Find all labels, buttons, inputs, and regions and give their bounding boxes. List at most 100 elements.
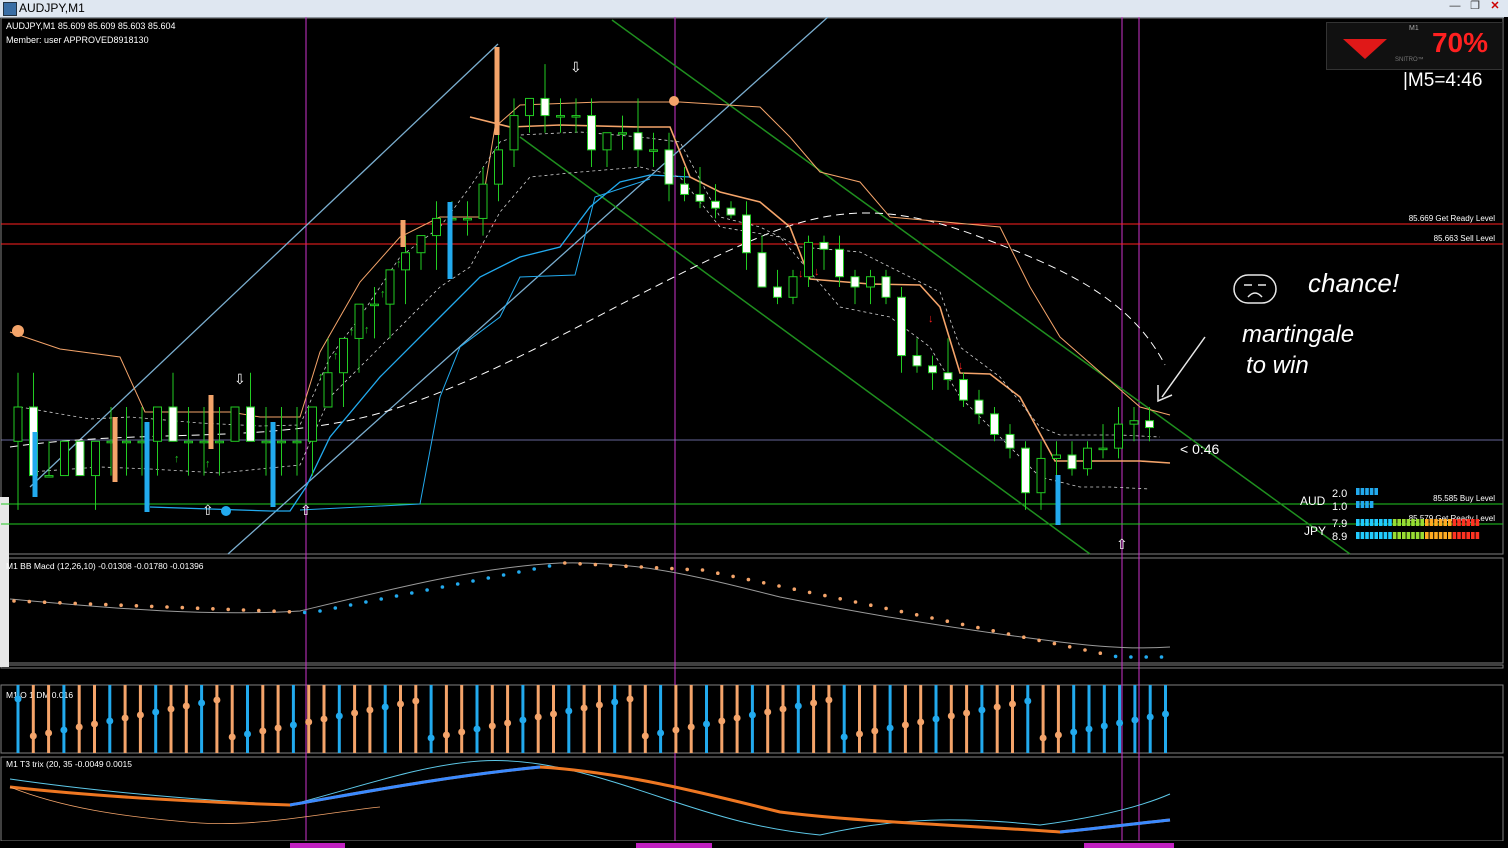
- macd-dot: [945, 619, 950, 623]
- strength-bar: [1360, 488, 1365, 495]
- oscillator-dot: [595, 701, 603, 709]
- candle-bear: [1005, 433, 1015, 449]
- macd-dot: [58, 601, 62, 605]
- candle-bear: [246, 406, 255, 442]
- member-info: Member: user APPROVED8918130: [6, 35, 149, 45]
- minimize-button[interactable]: —: [1446, 0, 1464, 13]
- level-label-get-ready-top: 85.669 Get Ready Level: [1409, 214, 1496, 223]
- macd-dot: [991, 629, 995, 633]
- svg-text:↑: ↑: [396, 258, 402, 270]
- oscillator-dot: [1070, 728, 1078, 736]
- chart-window-icon: [3, 2, 17, 16]
- oscillator-dot: [152, 708, 160, 716]
- candle-bear: [742, 214, 751, 254]
- candle-bear: [912, 355, 922, 367]
- strength-bar: [1411, 519, 1415, 526]
- badge-timeframe: M1: [1409, 25, 1419, 32]
- window-title: AUDJPY,M1: [19, 1, 85, 15]
- strength-bar: [1475, 519, 1480, 526]
- restore-button[interactable]: ❐: [1466, 0, 1484, 13]
- oscillator-dot: [672, 726, 680, 734]
- candles-group[interactable]: [13, 47, 1154, 525]
- candle-bull: [215, 440, 224, 444]
- oscillator-dot: [442, 731, 450, 739]
- oscillator-dot: [397, 700, 404, 708]
- oscillator-dot: [840, 733, 848, 741]
- jpy-strength-value-1: 7.9: [1332, 518, 1347, 530]
- oscillator-dot: [947, 712, 955, 720]
- oscillator-dot: [1054, 731, 1062, 739]
- down-arrow-icon: [1343, 39, 1387, 59]
- oscillator-dot: [1146, 713, 1154, 721]
- macd-dot: [302, 610, 307, 615]
- svg-text:↑: ↑: [349, 326, 355, 338]
- down-signal-icon: ⇩: [570, 59, 582, 75]
- macd-dot: [119, 603, 123, 607]
- macd-dot: [716, 571, 720, 575]
- macd-dot: [379, 597, 384, 601]
- macd-dot: [624, 564, 628, 568]
- oscillator-dot: [687, 723, 695, 731]
- strength-bar: [1471, 519, 1475, 526]
- oscillator-dot: [274, 724, 282, 732]
- svg-text:↑: ↑: [174, 453, 180, 465]
- macd-dot: [578, 562, 582, 566]
- candle-bear: [726, 207, 736, 216]
- macd-dot: [73, 601, 77, 606]
- oscillator-dot: [641, 732, 649, 740]
- oscillator-dot: [259, 727, 267, 735]
- candle-bull: [261, 440, 271, 444]
- signal-candle: [494, 47, 500, 135]
- oscillator-dot: [228, 733, 236, 741]
- candle-bull: [649, 149, 658, 152]
- oscillator-dot: [198, 699, 206, 707]
- macd-dot: [761, 581, 766, 585]
- candle-bear: [835, 248, 844, 278]
- candle-bear: [974, 399, 984, 415]
- currency-jpy-label: JPY: [1304, 524, 1326, 538]
- oscillator-dot: [565, 707, 573, 715]
- strength-bar: [1402, 532, 1406, 539]
- macd-dot: [899, 609, 904, 614]
- candle-bull: [463, 217, 472, 221]
- close-button[interactable]: ✕: [1486, 0, 1504, 13]
- macd-dot: [838, 597, 842, 601]
- oscillator-dot: [993, 703, 1001, 711]
- strength-bar: [1374, 519, 1378, 526]
- price-scale[interactable]: [1504, 17, 1508, 848]
- strength-bar: [1356, 501, 1360, 508]
- oscillator-dot: [733, 714, 741, 722]
- candle-bull: [153, 406, 162, 442]
- candle-bull: [1114, 423, 1123, 449]
- candle-bull: [1129, 420, 1139, 425]
- time-axis[interactable]: [0, 841, 1508, 848]
- oscillator-dot: [106, 717, 114, 725]
- splitter[interactable]: [0, 664, 1504, 669]
- strength-bar: [1461, 532, 1466, 539]
- oscillator-dot: [29, 732, 37, 740]
- candle-bull: [416, 235, 426, 254]
- window-titlebar: AUDJPY,M1 — ❐ ✕: [0, 0, 1508, 18]
- strength-bar: [1434, 532, 1438, 539]
- strength-bar: [1425, 532, 1429, 539]
- chart-symbol-info: AUDJPY,M1 85.609 85.609 85.603 85.604: [6, 21, 175, 31]
- oscillator-bars: [14, 685, 1169, 753]
- oscillator-dot: [917, 718, 925, 726]
- strength-bar: [1374, 532, 1378, 539]
- signal-candle: [112, 417, 118, 482]
- strength-bar: [1457, 519, 1461, 526]
- candle-bear: [633, 132, 643, 151]
- chart-canvas[interactable]: ↑ ↑ ↑ ↑ ↑ ↑ ↑ ↑ ↓ ↓ ↓ ↓ ⇩ ⇩ ⇧ ⇧ ⇧ AUDJPY,M1 85…: [0, 17, 1508, 848]
- strength-bar: [1461, 519, 1466, 526]
- oscillator-dot: [886, 724, 894, 732]
- macd-dot: [486, 576, 491, 580]
- oscillator-dot: [427, 734, 435, 742]
- oscillator-dot: [534, 713, 542, 721]
- strength-bar: [1369, 488, 1374, 495]
- macd-dot: [149, 604, 154, 609]
- oscillator-dot: [978, 706, 986, 714]
- oscillator-dot: [412, 697, 420, 705]
- macd-dot: [853, 600, 858, 604]
- candle-bear: [959, 379, 968, 401]
- oscillator-dot: [351, 709, 359, 717]
